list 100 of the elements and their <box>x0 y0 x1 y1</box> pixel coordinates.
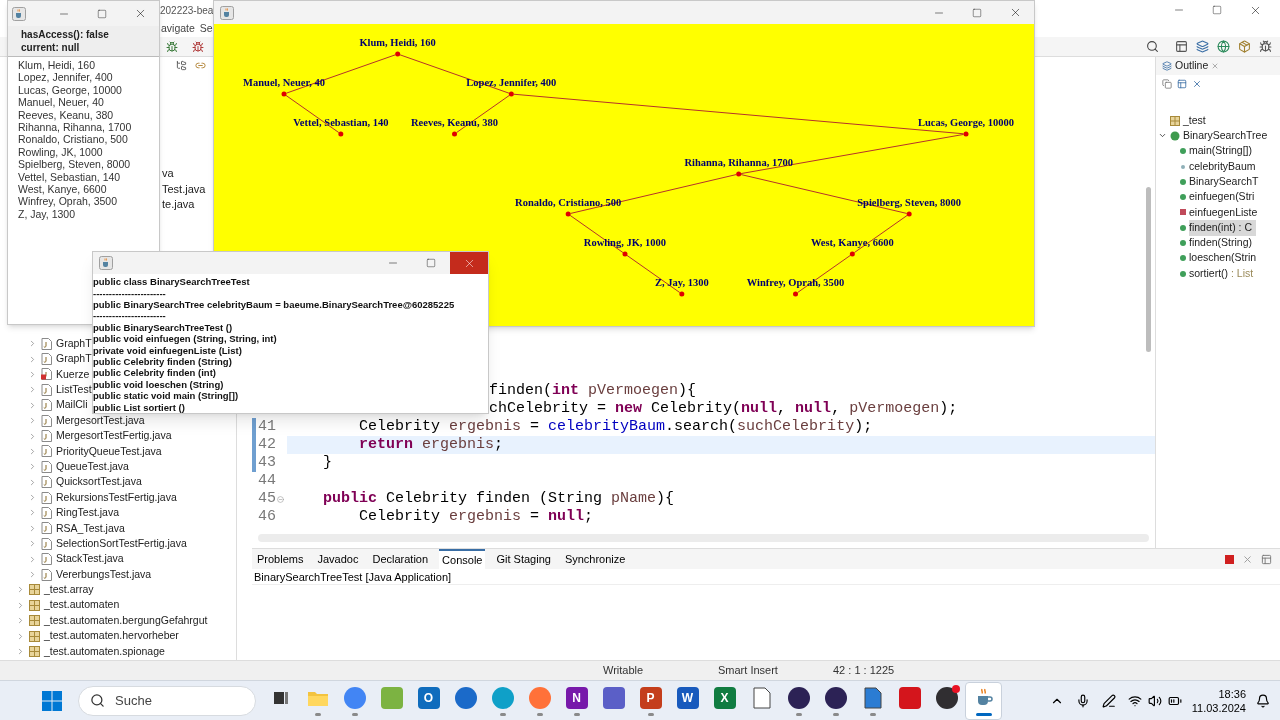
taskbar-button[interactable]: P <box>632 681 669 720</box>
panel-tab[interactable]: Declaration <box>369 549 432 569</box>
list-item[interactable]: Winfrey, Oprah, 3500 <box>18 195 159 208</box>
tree-item[interactable]: _test.automaten.bergungGefahrgut <box>44 612 208 629</box>
tree-item[interactable]: MergesortTest.java <box>56 412 145 429</box>
tree-item[interactable]: GraphT <box>56 335 92 352</box>
close-button[interactable] <box>450 252 488 275</box>
list-item[interactable]: Reeves, Keanu, 380 <box>18 108 159 122</box>
taskbar-button[interactable]: O <box>410 681 447 720</box>
tree-item[interactable]: SelectionSortTestFertig.java <box>56 535 187 552</box>
package-icon <box>29 615 40 627</box>
outline-item[interactable]: BinarySearchT <box>1189 173 1259 190</box>
list-item[interactable]: Z, Jay, 1300 <box>18 207 159 221</box>
list-item[interactable]: Klum, Heidi, 160 <box>18 59 159 72</box>
tree-item[interactable]: RSA_Test.java <box>56 520 125 537</box>
bug-icon[interactable] <box>192 40 204 53</box>
outline-item[interactable]: finden(String) <box>1189 235 1253 251</box>
code-line: finden(int pVermoegen){ <box>489 382 697 400</box>
tree-item[interactable]: RingTest.java <box>56 505 120 521</box>
layers-icon[interactable] <box>1196 40 1209 53</box>
panels-icon[interactable] <box>1175 40 1188 53</box>
tree-item[interactable]: QueueTest.java <box>56 458 129 475</box>
maximize-icon <box>1212 5 1222 15</box>
package-icon[interactable] <box>1238 40 1251 53</box>
tree-item[interactable]: te.java <box>162 196 195 213</box>
taskbar-button[interactable] <box>965 681 1002 720</box>
tree-item[interactable]: GraphT <box>56 351 92 367</box>
outline-item[interactable]: einfuegen(Stri <box>1189 189 1255 205</box>
node-dot <box>963 131 969 137</box>
outline-item[interactable]: _test <box>1183 112 1206 129</box>
maximize-icon <box>972 7 982 18</box>
tree-item[interactable]: PriorityQueueTest.java <box>56 443 162 460</box>
list-item[interactable]: Lucas, George, 10000 <box>18 83 159 97</box>
tree-item[interactable]: QuicksortTest.java <box>56 474 142 491</box>
speaker-icon[interactable] <box>1147 693 1162 708</box>
list-item[interactable]: Ronaldo, Cristiano, 500 <box>18 133 159 146</box>
list-item[interactable]: Manuel, Neuer, 40 <box>18 96 159 109</box>
bug-icon[interactable] <box>166 40 178 53</box>
tree-item[interactable]: MergesortTestFertig.java <box>56 428 172 444</box>
outline-item[interactable]: loeschen(Strin <box>1189 250 1257 267</box>
tree-item[interactable]: _test.array <box>44 582 94 598</box>
globe-icon[interactable] <box>1217 40 1230 53</box>
scrollbar-thumb[interactable] <box>1146 187 1151 352</box>
list-item[interactable]: Lopez, Jennifer, 400 <box>18 71 159 84</box>
remove-icon[interactable] <box>1242 553 1253 565</box>
tree-item[interactable]: VererbungsTest.java <box>56 566 152 583</box>
list-item[interactable]: Rihanna, Rihanna, 1700 <box>18 121 159 134</box>
list-item[interactable]: Rowling, JK, 1000 <box>18 145 159 159</box>
outline-item[interactable]: main(String[]) <box>1189 143 1252 160</box>
panels-icon[interactable] <box>1261 553 1272 565</box>
list-item[interactable]: West, Kanye, 6600 <box>18 183 159 196</box>
outline-item[interactable]: einfuegenListe <box>1189 204 1258 221</box>
dot-icon <box>1180 148 1186 155</box>
outline-item[interactable]: sortiert() : List <box>1189 265 1254 282</box>
pen-icon[interactable] <box>1101 693 1116 708</box>
tree-item[interactable]: Kuerze <box>56 366 90 383</box>
fold-icon[interactable] <box>277 495 284 503</box>
panel-tab[interactable]: Git Staging <box>493 549 554 569</box>
panel-tab[interactable]: Synchronize <box>561 549 629 569</box>
search-icon[interactable] <box>1146 40 1159 53</box>
tree-item[interactable]: MailCli <box>56 397 88 414</box>
menu-item[interactable]: avigate <box>161 20 195 37</box>
menu-item[interactable]: Se <box>199 20 213 37</box>
stop-icon[interactable] <box>1225 554 1234 564</box>
member-line: ----------------------- <box>93 310 167 322</box>
taskbar-button[interactable]: X <box>706 681 743 720</box>
windows-logo-icon[interactable] <box>42 690 62 711</box>
list-item[interactable]: Spielberg, Steven, 8000 <box>18 158 159 171</box>
collapse-all-icon[interactable] <box>176 59 187 71</box>
tree-item[interactable]: _test.automaten.spionage <box>44 643 165 660</box>
outline-item[interactable]: BinarySearchTree <box>1183 128 1268 144</box>
member-line: public BinarySearchTree celebrityBaum = baeume.BinarySearchTree@60285225 <box>93 298 456 311</box>
microphone-icon[interactable] <box>1075 693 1090 708</box>
outline-item[interactable]: finden(int) : C <box>1189 219 1257 236</box>
tree-item[interactable]: RekursionsTestFertig.java <box>56 489 177 506</box>
panel-tab[interactable]: Javadoc <box>314 549 362 569</box>
taskbar-button[interactable]: W <box>669 681 706 720</box>
clock-time[interactable]: 18:36 <box>1218 686 1246 701</box>
tree-item[interactable]: ListTest <box>56 382 92 398</box>
search-field[interactable]: Suche <box>78 685 256 716</box>
node-label: Ronaldo, Cristiano, 500 <box>515 197 622 208</box>
tree-item[interactable]: va <box>162 165 174 182</box>
clock-date[interactable]: 11.03.2024 <box>1191 700 1246 715</box>
tree-item[interactable]: _test.automaten.hervorheber <box>44 628 179 644</box>
tree-item[interactable]: StackTest.java <box>56 551 124 568</box>
wifi-icon[interactable] <box>1127 693 1142 708</box>
bell-icon[interactable] <box>1256 693 1270 708</box>
tree-item[interactable]: _test.automaten <box>44 597 120 614</box>
close-icon[interactable] <box>1211 62 1220 70</box>
square-icon <box>1180 209 1186 216</box>
list-item[interactable]: Vettel, Sebastian, 140 <box>18 170 159 184</box>
panel-tab[interactable]: Problems <box>254 549 307 569</box>
tree-item[interactable]: Test.java <box>162 180 206 198</box>
line-number: 41 <box>258 418 276 436</box>
bug-icon[interactable] <box>1259 40 1272 53</box>
panel-tab[interactable]: Console <box>439 549 486 569</box>
dot-icon <box>1180 240 1186 246</box>
outline-item[interactable]: celebrityBaum <box>1189 158 1256 175</box>
taskbar-button[interactable]: N <box>558 681 595 720</box>
node-dot <box>508 91 514 97</box>
